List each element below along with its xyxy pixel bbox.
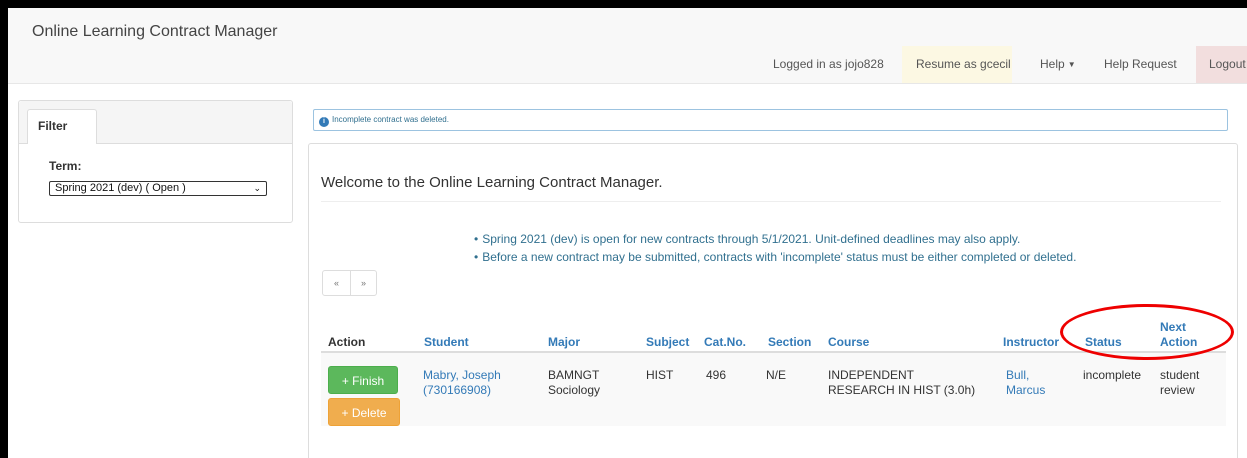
- pager-next-button[interactable]: »: [350, 271, 377, 295]
- resume-as-link[interactable]: Resume as gcecil: [902, 46, 1012, 83]
- welcome-heading: Welcome to the Online Learning Contract …: [321, 174, 663, 191]
- alert-message: Incomplete contract was deleted.: [332, 115, 449, 124]
- column-header-subject[interactable]: Subject: [646, 335, 689, 350]
- major-line1: BAMNGT: [548, 368, 600, 382]
- next-action-cell: student review: [1160, 368, 1199, 398]
- chevron-down-icon: ⌄: [253, 183, 261, 193]
- subject-cell: HIST: [646, 368, 674, 382]
- pager-prev-button[interactable]: «: [323, 271, 351, 295]
- info-icon: i: [319, 117, 329, 127]
- instructor-link[interactable]: Bull, Marcus: [1006, 368, 1045, 398]
- red-annotation-circle: [1060, 304, 1234, 360]
- student-name: Mabry, Joseph: [423, 368, 501, 382]
- delete-button[interactable]: + Delete: [328, 398, 400, 426]
- major-line2: Sociology: [548, 383, 601, 397]
- course-line1: INDEPENDENT: [828, 368, 915, 382]
- next-action-line1: student: [1160, 368, 1200, 382]
- instructor-line2: Marcus: [1006, 383, 1046, 397]
- term-select-value: Spring 2021 (dev) ( Open ): [55, 182, 186, 194]
- section-cell: N/E: [766, 368, 787, 382]
- info-alert: i Incomplete contract was deleted.: [313, 109, 1228, 131]
- filter-panel: Filter Term: Spring 2021 (dev) ( Open ) …: [18, 100, 293, 223]
- instructor-line1: Bull,: [1006, 368, 1030, 382]
- help-request-link[interactable]: Help Request: [1104, 46, 1177, 83]
- notice-item: Before a new contract may be submitted, …: [474, 248, 1076, 266]
- student-id: (730166908): [423, 383, 492, 397]
- finish-button[interactable]: + Finish: [328, 366, 398, 394]
- column-header-instructor[interactable]: Instructor: [1003, 335, 1059, 350]
- next-action-line2: review: [1160, 383, 1195, 397]
- logout-link[interactable]: Logout: [1196, 46, 1247, 83]
- tab-filter[interactable]: Filter: [27, 109, 97, 144]
- column-header-course[interactable]: Course: [828, 335, 869, 350]
- column-header-action: Action: [328, 335, 366, 349]
- major-cell: BAMNGT Sociology: [548, 368, 600, 398]
- filter-tab-bar: Filter: [19, 101, 292, 144]
- course-line2: RESEARCH IN HIST (3.0h): [828, 383, 976, 397]
- pager: « »: [322, 270, 377, 296]
- column-header-section[interactable]: Section: [768, 335, 811, 350]
- help-dropdown[interactable]: Help ▼: [1040, 46, 1076, 83]
- term-label: Term:: [49, 159, 82, 173]
- browser-viewport: Online Learning Contract Manager Logged …: [8, 8, 1247, 458]
- caret-down-icon: ▼: [1067, 60, 1076, 69]
- main-panel: Welcome to the Online Learning Contract …: [308, 143, 1238, 458]
- app-title[interactable]: Online Learning Contract Manager: [32, 23, 277, 41]
- logged-in-label: Logged in as jojo828: [773, 57, 884, 71]
- status-cell: incomplete: [1083, 368, 1142, 382]
- student-link[interactable]: Mabry, Joseph (730166908): [423, 368, 501, 398]
- column-header-major[interactable]: Major: [548, 335, 580, 350]
- catno-cell: 496: [706, 368, 727, 382]
- column-header-student[interactable]: Student: [424, 335, 469, 350]
- divider: [321, 201, 1221, 202]
- notice-item: Spring 2021 (dev) is open for new contra…: [474, 230, 1076, 248]
- column-header-catno[interactable]: Cat.No.: [704, 335, 746, 350]
- help-label: Help: [1040, 57, 1065, 71]
- term-select[interactable]: Spring 2021 (dev) ( Open ) ⌄: [49, 181, 267, 196]
- course-cell: INDEPENDENT RESEARCH IN HIST (3.0h): [828, 368, 975, 398]
- notice-list: Spring 2021 (dev) is open for new contra…: [474, 230, 1076, 266]
- top-navbar: Online Learning Contract Manager Logged …: [8, 8, 1247, 84]
